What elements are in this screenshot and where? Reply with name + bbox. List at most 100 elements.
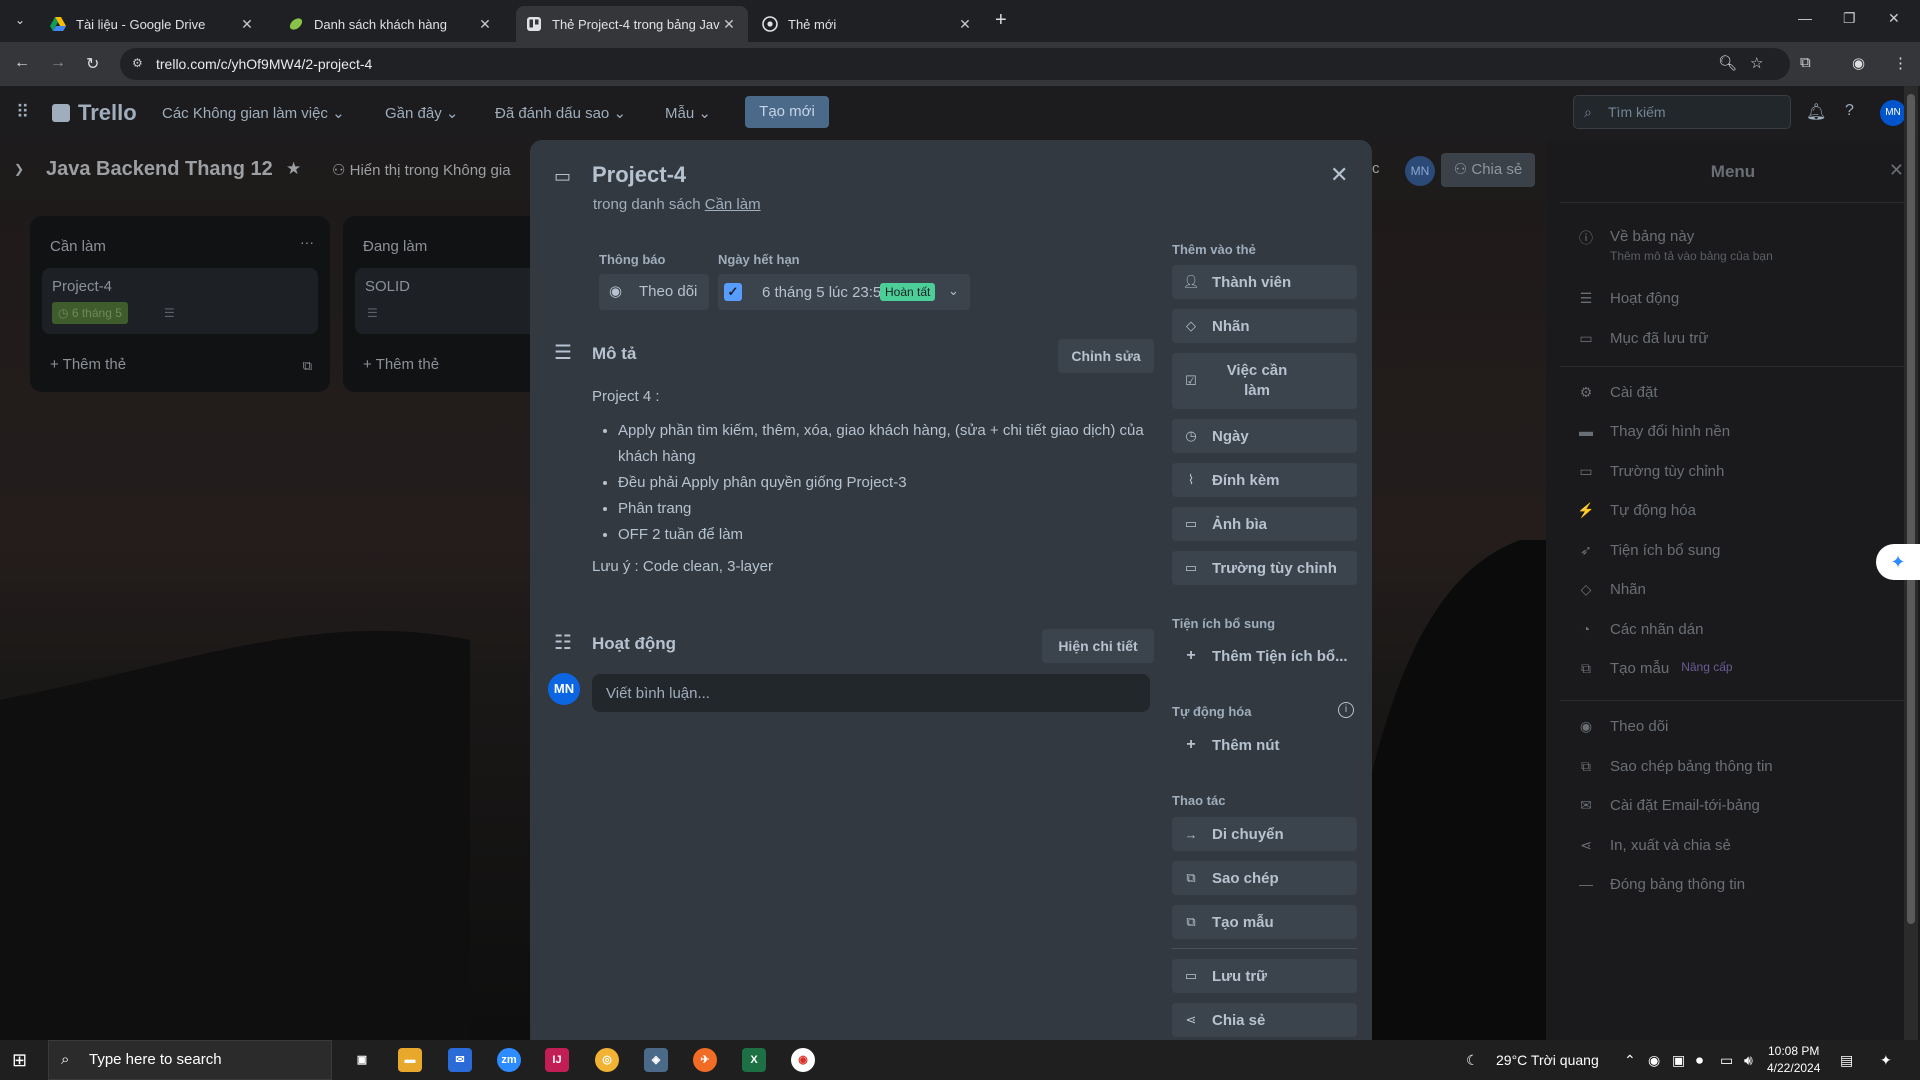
- browser-tab-project-4[interactable]: Thẻ Project-4 trong bảng Java ✕: [516, 6, 748, 42]
- zoom-icon[interactable]: 🔍︎: [1718, 54, 1737, 72]
- labels-button[interactable]: ◇ Nhãn: [1172, 309, 1357, 343]
- show-details-button[interactable]: Hiện chi tiết: [1042, 629, 1154, 663]
- avatar[interactable]: MN: [548, 673, 580, 705]
- reload-icon[interactable]: ↻: [86, 54, 99, 74]
- taskbar-search-box[interactable]: ⌕ Type here to search: [48, 1040, 332, 1080]
- close-tab-icon[interactable]: ✕: [956, 16, 974, 33]
- card-solid[interactable]: SOLID ☰: [355, 268, 545, 334]
- add-powerup-button[interactable]: + Thêm Tiện ích bổ...: [1172, 639, 1357, 673]
- card-template-icon[interactable]: ⧉: [303, 358, 312, 374]
- trello-logo[interactable]: Trello: [52, 100, 137, 126]
- app-switcher-icon[interactable]: ⠿: [16, 102, 29, 123]
- share-card-button[interactable]: ⋖ Chia sẻ: [1172, 1003, 1357, 1037]
- menu-item-print-export-share[interactable]: ⋖ In, xuất và chia sẻ: [1574, 837, 1904, 854]
- due-date-badge[interactable]: ◷ 6 tháng 5: [52, 302, 128, 324]
- close-icon[interactable]: ✕: [1889, 160, 1904, 181]
- search-input[interactable]: ⌕ Tìm kiếm: [1573, 95, 1791, 129]
- copilot-icon[interactable]: ✦: [1880, 1052, 1892, 1069]
- list-more-icon[interactable]: ···: [300, 234, 314, 250]
- nav-starred[interactable]: Đã đánh dấu sao ⌄: [495, 104, 626, 122]
- board-title[interactable]: Java Backend Thang 12: [46, 158, 273, 181]
- back-icon[interactable]: ←: [14, 54, 30, 72]
- new-tab-button[interactable]: +: [995, 9, 1007, 32]
- add-button-button[interactable]: + Thêm nút: [1172, 728, 1357, 762]
- browser-tab-customers[interactable]: Danh sách khách hàng ✕: [278, 6, 504, 42]
- browser-tab-new[interactable]: Thẻ mới ✕: [752, 6, 984, 42]
- close-tab-icon[interactable]: ✕: [238, 16, 256, 33]
- task-view-icon[interactable]: ▣: [350, 1048, 374, 1072]
- menu-item-background[interactable]: ▬ Thay đổi hình nền: [1574, 423, 1904, 440]
- menu-item-watch[interactable]: ◉ Theo dõi: [1574, 718, 1904, 735]
- create-button[interactable]: Tạo mới: [745, 96, 829, 128]
- menu-item-make-template[interactable]: ⧉ Tạo mẫu Nâng cấp: [1574, 660, 1904, 677]
- forward-icon[interactable]: →: [50, 54, 66, 72]
- card-title[interactable]: Project-4: [592, 162, 686, 188]
- menu-item-settings[interactable]: ⚙ Cài đặt: [1574, 384, 1904, 401]
- menu-item-email-to-board[interactable]: ✉ Cài đặt Email-tới-bảng: [1574, 797, 1904, 814]
- make-template-button[interactable]: ⧉ Tạo mẫu: [1172, 905, 1357, 939]
- mail-icon[interactable]: ✉: [448, 1048, 472, 1072]
- notifications-center-icon[interactable]: ▤: [1840, 1052, 1853, 1069]
- nav-recent[interactable]: Gần đây ⌄: [385, 104, 458, 122]
- excel-icon[interactable]: X: [742, 1048, 766, 1072]
- watch-button[interactable]: ◉ Theo dõi: [599, 274, 709, 310]
- menu-item-automation[interactable]: ⚡ Tự động hóa: [1574, 502, 1904, 519]
- menu-item-archived[interactable]: ▭ Mục đã lưu trữ: [1574, 330, 1904, 347]
- add-card-button[interactable]: + Thêm thẻ: [363, 356, 439, 373]
- edit-description-button[interactable]: Chỉnh sửa: [1058, 339, 1154, 373]
- tray-display-icon[interactable]: ▣: [1672, 1052, 1685, 1069]
- menu-item-labels[interactable]: ◇ Nhãn: [1574, 581, 1904, 598]
- menu-item-activity[interactable]: ☰ Hoạt động: [1574, 290, 1904, 307]
- menu-item-about[interactable]: ⓘ Về bảng này Thêm mô tả vào bảng của bạn: [1574, 228, 1904, 263]
- nav-templates[interactable]: Mẫu ⌄: [665, 104, 711, 122]
- info-icon[interactable]: i: [1338, 702, 1354, 718]
- browser-tab-google-drive[interactable]: Tài liệu - Google Drive ✕: [40, 6, 266, 42]
- close-window-icon[interactable]: ✕: [1888, 10, 1900, 27]
- extensions-icon[interactable]: ⧉: [1800, 54, 1811, 71]
- attachment-button[interactable]: ⌇ Đính kèm: [1172, 463, 1357, 497]
- profile-icon[interactable]: ◉: [1852, 54, 1865, 72]
- bookmark-star-icon[interactable]: ☆: [1750, 54, 1763, 72]
- card-project-4[interactable]: Project-4 ◷ 6 tháng 5 ☰: [42, 268, 318, 334]
- due-date-button[interactable]: ✓ 6 tháng 5 lúc 23:59 Hoàn tất ⌄: [718, 274, 970, 310]
- archive-button[interactable]: ▭ Lưu trữ: [1172, 959, 1357, 993]
- chrome-icon[interactable]: ◎: [595, 1048, 619, 1072]
- chrome-profile-icon[interactable]: ◉: [791, 1048, 815, 1072]
- board-member-avatar[interactable]: MN: [1405, 156, 1435, 186]
- close-tab-icon[interactable]: ✕: [720, 16, 738, 33]
- due-complete-checkbox[interactable]: ✓: [724, 283, 742, 301]
- scrollbar-thumb[interactable]: [1907, 94, 1915, 924]
- nav-workspaces[interactable]: Các Không gian làm việc ⌄: [162, 104, 345, 122]
- notifications-icon[interactable]: 🔔︎: [1806, 102, 1826, 122]
- list-title[interactable]: Đang làm: [363, 238, 427, 255]
- zoom-app-icon[interactable]: zm: [497, 1048, 521, 1072]
- dates-button[interactable]: ◷ Ngày: [1172, 419, 1357, 453]
- checklist-button[interactable]: ☑ Việc cần làm: [1172, 353, 1357, 409]
- assistant-sparkle-icon[interactable]: ✦: [1876, 544, 1920, 580]
- minimize-icon[interactable]: —: [1798, 10, 1812, 26]
- comment-input[interactable]: [592, 674, 1150, 712]
- url-field[interactable]: ⚙ trello.com/c/yhOf9MW4/2-project-4: [120, 48, 1790, 80]
- copy-button[interactable]: ⧉ Sao chép: [1172, 861, 1357, 895]
- menu-item-powerups[interactable]: ➶ Tiện ích bổ sung: [1574, 542, 1904, 559]
- volume-icon[interactable]: 🔊︎: [1744, 1052, 1753, 1069]
- help-icon[interactable]: ?: [1845, 102, 1854, 120]
- close-tab-icon[interactable]: ✕: [476, 16, 494, 33]
- members-button[interactable]: 👤︎ Thành viên: [1172, 265, 1357, 299]
- site-settings-icon[interactable]: ⚙: [132, 56, 143, 70]
- postman-icon[interactable]: ✈: [693, 1048, 717, 1072]
- cover-button[interactable]: ▭ Ảnh bìa: [1172, 507, 1357, 541]
- list-title[interactable]: Cần làm: [50, 238, 106, 255]
- tab-search-dropdown-icon[interactable]: ⌄: [10, 10, 30, 30]
- custom-fields-button[interactable]: ▭ Trường tùy chỉnh: [1172, 551, 1357, 585]
- account-avatar[interactable]: MN: [1880, 100, 1906, 126]
- show-hidden-icons[interactable]: ⌃: [1624, 1052, 1636, 1069]
- star-icon[interactable]: ★: [286, 159, 301, 179]
- menu-item-stickers[interactable]: ◔ Các nhãn dán: [1574, 621, 1904, 638]
- network-icon[interactable]: ▭: [1720, 1052, 1733, 1069]
- system-clock[interactable]: 10:08 PM 4/22/2024: [1767, 1043, 1820, 1077]
- restore-icon[interactable]: ❐: [1843, 10, 1856, 27]
- file-explorer-icon[interactable]: ▬: [398, 1048, 422, 1072]
- expand-sidebar-icon[interactable]: ❯: [14, 162, 24, 176]
- add-card-button[interactable]: + Thêm thẻ: [50, 356, 126, 373]
